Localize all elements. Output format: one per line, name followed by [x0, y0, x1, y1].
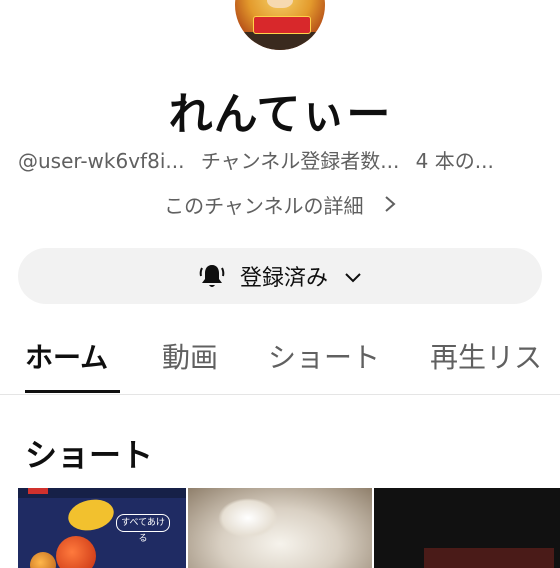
bell-icon — [198, 262, 226, 290]
subscribed-button[interactable]: 登録済み — [18, 248, 542, 304]
channel-handle: @user-wk6vf8i... — [18, 149, 185, 173]
thumbnail-ball — [56, 536, 96, 568]
channel-tabs: ホーム 動画 ショート 再生リス — [0, 336, 560, 395]
avatar-base — [235, 32, 325, 50]
active-tab-indicator — [25, 390, 120, 393]
thumbnail-ball-small — [30, 552, 56, 568]
video-count: 4 本の... — [415, 149, 494, 173]
chevron-down-icon — [344, 267, 362, 285]
thumbnail-tag — [28, 488, 48, 494]
chevron-right-icon — [384, 194, 396, 219]
section-title: ショート — [25, 436, 154, 474]
channel-name: れんてぃー — [168, 89, 392, 140]
channel-details-link[interactable]: このチャンネルの詳細 — [0, 190, 560, 219]
tab-shorts[interactable]: ショート — [268, 336, 380, 392]
thumbnail-highlight — [218, 498, 278, 538]
subscribed-label: 登録済み — [239, 266, 328, 291]
tab-playlists[interactable]: 再生リス — [430, 336, 542, 392]
thumbnail-burst — [65, 495, 117, 535]
tab-videos[interactable]: 動画 — [162, 336, 218, 392]
shorts-shelf: すべてあける — [18, 488, 560, 568]
tab-home[interactable]: ホーム — [25, 336, 108, 392]
subscriber-count: チャンネル登録者数... — [200, 149, 400, 173]
short-thumbnail[interactable] — [188, 488, 372, 568]
short-thumbnail[interactable]: すべてあける — [18, 488, 186, 568]
thumbnail-badge: すべてあける — [116, 514, 170, 544]
avatar-logo — [253, 16, 311, 34]
channel-avatar[interactable] — [235, 0, 325, 50]
thumbnail-image — [188, 488, 372, 568]
avatar-face — [267, 0, 293, 8]
details-label: このチャンネルの詳細 — [164, 194, 364, 218]
channel-meta: @user-wk6vf8i... チャンネル登録者数... 4 本の... — [18, 145, 548, 174]
thumbnail-image — [424, 548, 554, 568]
short-thumbnail[interactable] — [374, 488, 560, 568]
